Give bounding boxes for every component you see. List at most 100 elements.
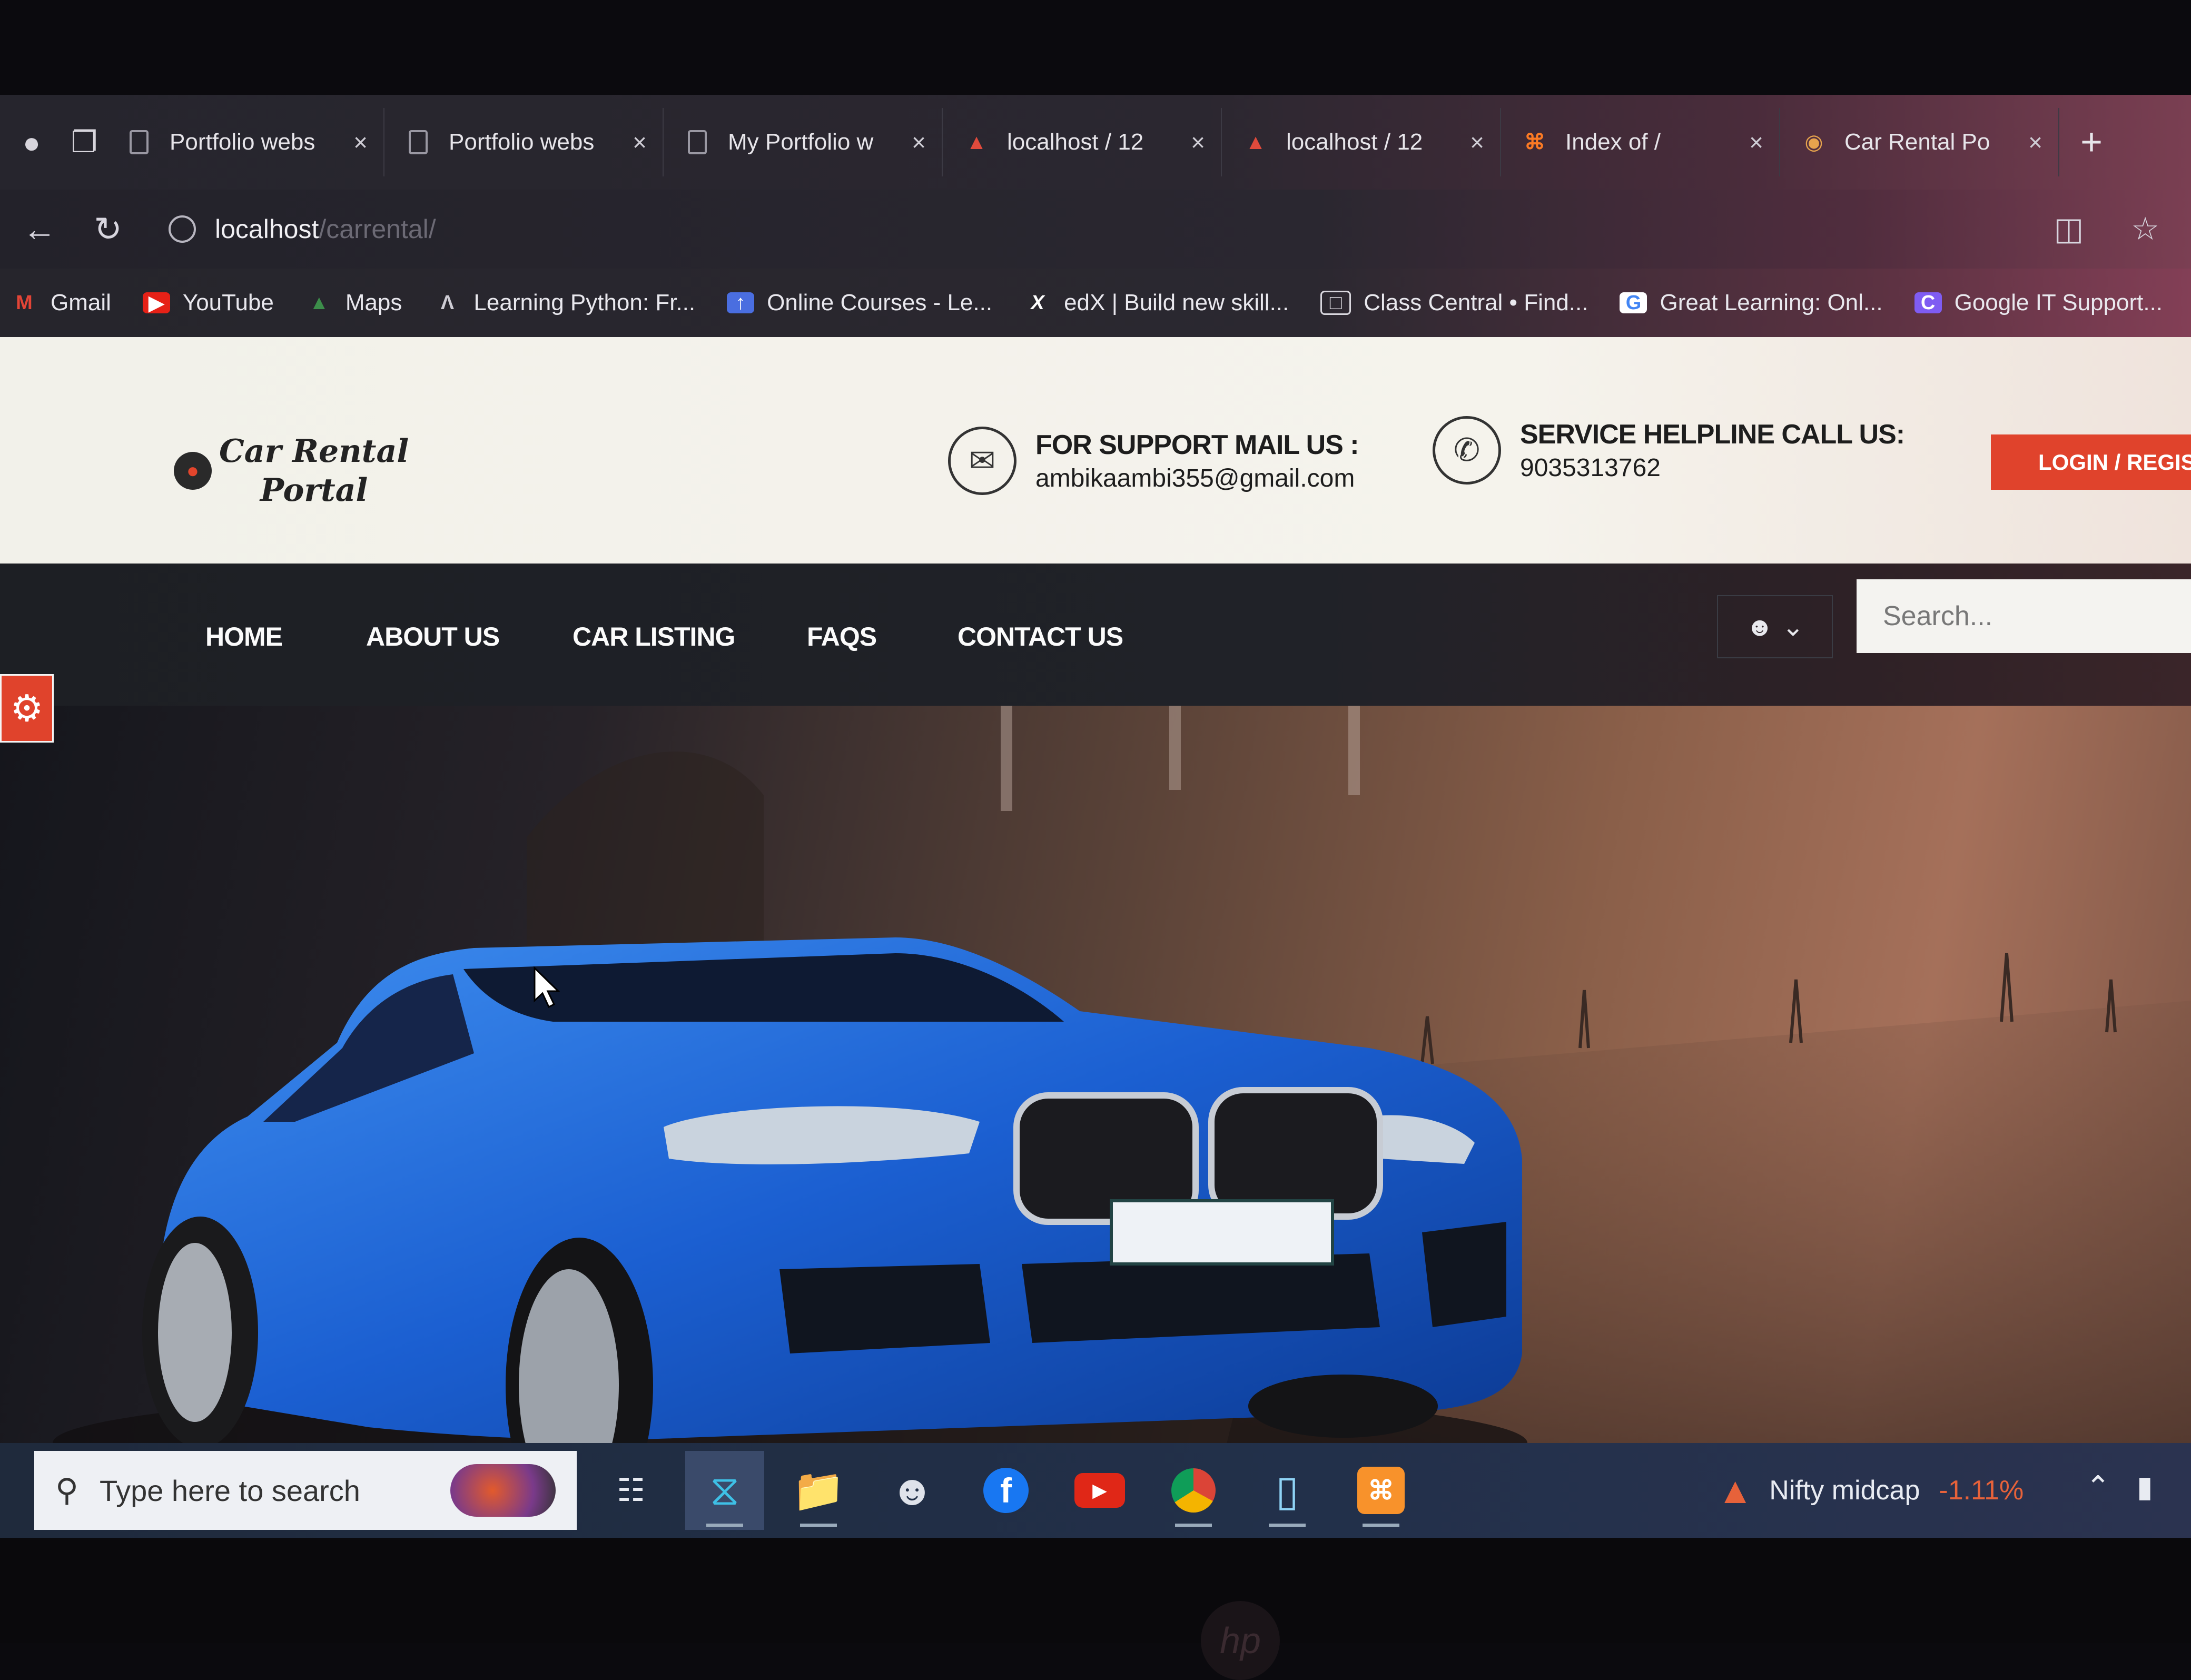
search-icon: ⚲ [55,1473,78,1508]
phone-icon: ✆ [1433,416,1501,485]
close-tab-icon[interactable]: × [2028,128,2042,156]
gear-icon: ⚙ [10,688,44,729]
notes-icon[interactable]: ▯ [1248,1451,1327,1530]
xampp-icon: ⌘ [1524,131,1545,154]
url-path[interactable]: /carrental/ [319,214,436,244]
split-screen-icon[interactable]: ◫ [2054,211,2084,248]
bookmark-maps[interactable]: ▲ Maps [305,290,402,316]
logo-text: Car Rental Portal [219,432,409,510]
nav-car-listing[interactable]: CAR LISTING [573,621,735,652]
bookmark-label: Online Courses - Le... [767,290,993,315]
online-courses-icon: ↑ [727,292,755,314]
browser-tab[interactable]: My Portfolio w × [669,108,943,176]
helpline: ✆ SERVICE HELPLINE CALL US: 9035313762 [1433,416,1905,485]
youtube-icon[interactable]: ▶ [1060,1451,1139,1530]
bookmark-online-courses[interactable]: ↑ Online Courses - Le... [727,290,992,316]
browser-tab[interactable]: ⌘ Index of / × [1506,108,1780,176]
nav-faqs[interactable]: FAQS [807,621,877,652]
close-tab-icon[interactable]: × [1191,128,1205,156]
laptop-bezel [0,1538,2191,1643]
url-host[interactable]: localhost [215,214,319,244]
windows-taskbar: ⚲ Type here to search ☷ ⧖ 📁 ☻ f ▶ ▯ ⌘ ▲ … [0,1443,2191,1538]
stock-chart-icon: ▲ [1717,1470,1754,1511]
chevron-down-icon: ⌄ [1782,612,1804,641]
task-view-icon[interactable]: ☷ [591,1451,670,1530]
battery-icon[interactable]: ▮ [2137,1469,2153,1504]
site-header: ● Car Rental Portal ✉ FOR SUPPORT MAIL U… [0,337,2191,564]
nav-contact-us[interactable]: CONTACT US [958,621,1123,652]
xampp-icon[interactable]: ⌘ [1341,1451,1420,1530]
stock-change: -1.11% [1939,1475,2024,1506]
class-central-icon: □ [1320,291,1351,315]
nav-about-us[interactable]: ABOUT US [366,621,500,652]
facebook-icon[interactable]: f [966,1451,1045,1530]
chevron-up-icon[interactable]: ⌃ [2086,1469,2110,1504]
bookmark-learning-python[interactable]: Λ Learning Python: Fr... [433,290,695,316]
phone-title: SERVICE HELPLINE CALL US: [1520,419,1905,450]
tab-title: localhost / 12 [1007,129,1144,155]
hero-banner [0,706,2191,1506]
phpmyadmin-icon: ▲ [1245,130,1266,154]
browser-tab[interactable]: Portfolio webs × [390,108,664,176]
close-tab-icon[interactable]: × [912,128,926,156]
file-explorer-icon[interactable]: 📁 [779,1451,858,1530]
login-register-button[interactable]: LOGIN / REGIS [1991,434,2191,490]
great-learning-icon: G [1620,292,1647,314]
search-highlight-image [450,1464,556,1517]
taskbar-search[interactable]: ⚲ Type here to search [34,1451,577,1530]
nav-home[interactable]: HOME [205,621,283,652]
system-tray: ⌃ ▮ [2086,1469,2153,1504]
stock-widget[interactable]: ▲ Nifty midcap -1.11% [1717,1469,2024,1511]
settings-gear-button[interactable]: ⚙ [0,674,54,743]
new-tab-button[interactable]: + [2080,121,2103,164]
bookmark-google-it-support[interactable]: C Google IT Support... [1914,290,2163,316]
bookmark-class-central[interactable]: □ Class Central • Find... [1320,290,1588,316]
tab-title: Portfolio webs [170,129,315,155]
browser-actions: ◫ ☆ [2054,211,2160,248]
logo-line: Portal [260,472,368,509]
close-tab-icon[interactable]: × [353,128,368,156]
browser-tab-active[interactable]: ◉ Car Rental Po × [1785,108,2059,176]
search-input[interactable] [1857,579,2191,653]
avatar-app-icon[interactable]: ☻ [873,1451,952,1530]
document-icon [406,130,431,155]
browser-tab[interactable]: ▲ localhost / 12 × [1227,108,1501,176]
stock-name: Nifty midcap [1769,1475,1920,1506]
learning-icon: Λ [440,291,455,314]
tab-title: Index of / [1565,129,1661,155]
favorites-icon[interactable]: ☆ [2131,211,2159,248]
user-dropdown[interactable]: ☻ ⌄ [1717,595,1833,658]
bookmark-edx[interactable]: X edX | Build new skill... [1024,290,1289,316]
tab-title: Portfolio webs [449,129,595,155]
bookmarks-bar: M Gmail ▶ YouTube ▲ Maps Λ Learning Pyth… [0,269,2191,337]
phone-number[interactable]: 9035313762 [1520,453,1904,482]
envelope-icon: ✉ [948,427,1016,495]
bookmark-youtube[interactable]: ▶ YouTube [142,290,274,316]
bookmark-great-learning[interactable]: G Great Learning: Onl... [1620,290,1883,316]
address-bar-row: ← ↻ localhost /carrental/ ◫ ☆ [0,190,2191,269]
bookmark-label: YouTube [182,290,274,315]
site-info-icon[interactable] [169,215,196,243]
workspaces-icon[interactable]: ❐ [63,121,105,163]
close-tab-icon[interactable]: × [1749,128,1763,156]
bookmark-label: Google IT Support... [1954,290,2163,315]
tab-title: Car Rental Po [1844,129,1990,155]
refresh-icon[interactable]: ↻ [79,210,137,249]
site-logo[interactable]: ● Car Rental Portal [174,432,409,510]
taskbar-search-placeholder: Type here to search [99,1474,360,1507]
mail-address[interactable]: ambikaambi355@gmail.com [1035,464,1359,493]
close-tab-icon[interactable]: × [633,128,647,156]
bookmark-label: Class Central • Find... [1364,290,1588,315]
browser-tab[interactable]: Portfolio webs × [111,108,384,176]
browser-tab-bar: ● ❐ Portfolio webs × Portfolio webs × My… [0,95,2191,190]
car-icon: ◉ [1804,131,1823,154]
chrome-icon[interactable] [1154,1451,1233,1530]
document-icon [126,130,152,155]
edge-icon[interactable]: ⧖ [685,1451,764,1530]
back-arrow-icon[interactable]: ← [11,210,68,249]
profile-icon[interactable]: ● [11,121,53,163]
bookmark-gmail[interactable]: M Gmail [11,290,111,316]
document-icon [685,130,710,155]
browser-tab[interactable]: ▲ localhost / 12 × [948,108,1222,176]
close-tab-icon[interactable]: × [1470,128,1484,156]
